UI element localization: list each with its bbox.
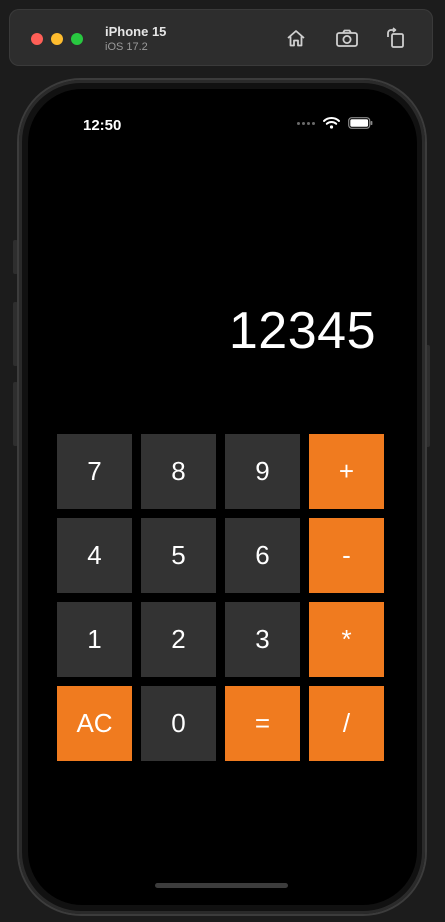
status-time: 12:50 xyxy=(83,117,122,134)
key-9[interactable]: 9 xyxy=(225,434,300,509)
rotate-button[interactable] xyxy=(384,26,408,50)
device-name: iPhone 15 xyxy=(105,24,167,39)
status-indicators xyxy=(297,117,373,129)
camera-icon xyxy=(336,29,358,47)
os-version: iOS 17.2 xyxy=(105,41,148,53)
minimize-window-button[interactable] xyxy=(51,33,63,45)
key-divide[interactable]: / xyxy=(309,686,384,761)
rotate-icon xyxy=(387,27,404,48)
home-indicator[interactable] xyxy=(155,883,288,888)
action-button[interactable] xyxy=(13,240,18,274)
key-3[interactable]: 3 xyxy=(225,602,300,677)
power-button[interactable] xyxy=(425,345,430,447)
screenshot-button[interactable] xyxy=(335,26,359,50)
zoom-window-button[interactable] xyxy=(71,33,83,45)
cellular-signal-icon xyxy=(297,121,315,125)
key-7[interactable]: 7 xyxy=(57,434,132,509)
home-icon xyxy=(287,30,305,47)
key-1[interactable]: 1 xyxy=(57,602,132,677)
close-window-button[interactable] xyxy=(31,33,43,45)
home-button[interactable] xyxy=(284,26,308,50)
key-5[interactable]: 5 xyxy=(141,518,216,593)
key-2[interactable]: 2 xyxy=(141,602,216,677)
key-4[interactable]: 4 xyxy=(57,518,132,593)
key-6[interactable]: 6 xyxy=(225,518,300,593)
simulator-window: iPhone 15 iOS 17.2 12:50 12345 7 8 9 + 4… xyxy=(0,0,445,922)
key-equals[interactable]: = xyxy=(225,686,300,761)
calculator-display: 12345 xyxy=(228,302,376,360)
wifi-icon xyxy=(323,117,340,129)
battery-icon xyxy=(348,117,373,129)
volume-up-button[interactable] xyxy=(13,302,18,366)
key-0[interactable]: 0 xyxy=(141,686,216,761)
key-multiply[interactable]: * xyxy=(309,602,384,677)
calculator-keypad: 7 8 9 + 4 5 6 - 1 2 3 * AC 0 = / xyxy=(57,434,384,761)
volume-down-button[interactable] xyxy=(13,382,18,446)
simulator-toolbar: iPhone 15 iOS 17.2 xyxy=(9,9,433,66)
key-8[interactable]: 8 xyxy=(141,434,216,509)
device-screen: 12:50 12345 7 8 9 + 4 5 6 - 1 2 3 * AC 0… xyxy=(28,89,417,905)
key-add[interactable]: + xyxy=(309,434,384,509)
key-all-clear[interactable]: AC xyxy=(57,686,132,761)
key-subtract[interactable]: - xyxy=(309,518,384,593)
